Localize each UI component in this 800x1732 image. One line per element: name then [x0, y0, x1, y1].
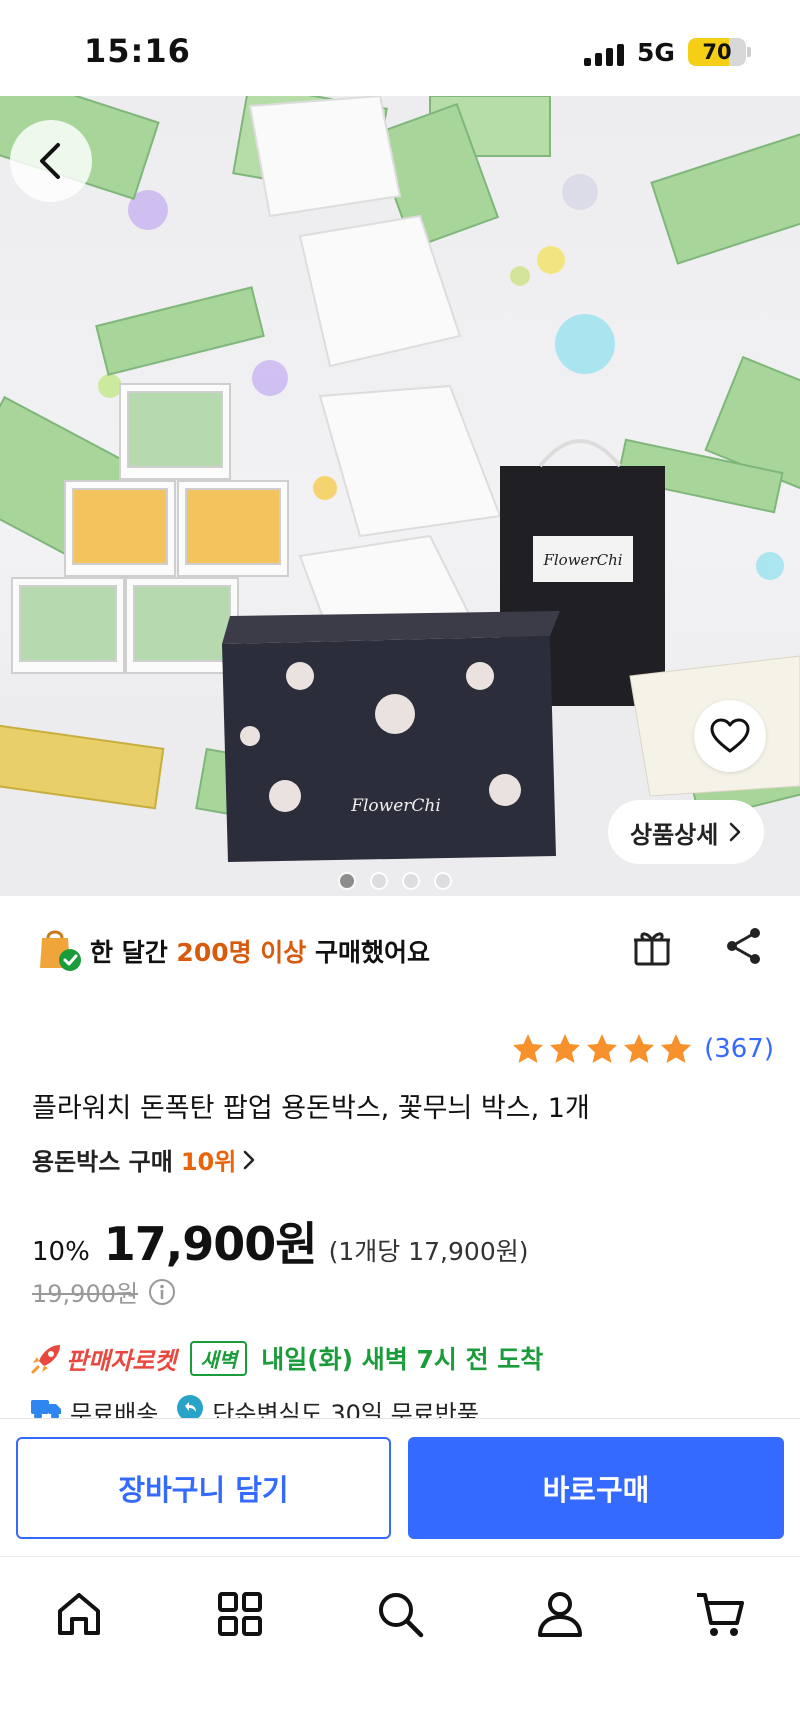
product-detail-button[interactable]: 상품상세	[608, 800, 765, 864]
product-rating[interactable]: (367)	[511, 1032, 774, 1066]
carousel-dot[interactable]	[434, 872, 452, 890]
add-to-cart-button[interactable]: 장바구니 담기	[16, 1437, 391, 1539]
product-image: FlowerChi FlowerChi	[0, 96, 800, 896]
star-icon	[624, 1034, 655, 1063]
return-icon	[177, 1395, 204, 1418]
category-rank-link[interactable]: 용돈박스 구매 10위	[32, 1142, 256, 1177]
free-return-label: 단순변심도 30일 무료반품	[212, 1400, 479, 1418]
search-icon[interactable]	[373, 1587, 427, 1641]
star-icon	[661, 1034, 692, 1063]
chevron-left-icon	[40, 143, 60, 179]
category-icon[interactable]	[213, 1587, 267, 1641]
banner-suffix: 구매했어요	[306, 938, 431, 967]
original-price-row: 19,900원	[32, 1274, 176, 1309]
purchase-count-text: 한 달간 200명 이상 구매했어요	[90, 933, 430, 969]
my-account-icon[interactable]	[533, 1587, 587, 1641]
dawn-delivery-badge: 새벽	[190, 1340, 248, 1376]
bottom-tab-bar	[0, 1556, 800, 1732]
banner-prefix: 한 달간	[90, 938, 177, 967]
arrival-date: 내일(화) 새벽 7시 전 도착	[261, 1345, 544, 1374]
rating-stars	[511, 1032, 693, 1066]
back-button[interactable]	[10, 120, 92, 202]
chevron-right-icon	[244, 1150, 255, 1169]
banner-highlight: 200명 이상	[176, 938, 307, 967]
shipping-info-row: 무료배송 단순변심도 30일 무료반품	[30, 1394, 479, 1418]
wishlist-button[interactable]	[694, 700, 766, 772]
original-price: 19,900원	[32, 1280, 139, 1308]
heart-icon	[710, 718, 750, 753]
network-type: 5G	[637, 38, 675, 67]
svg-text:FlowerChi: FlowerChi	[350, 796, 441, 816]
purchase-count-banner: 한 달간 200명 이상 구매했어요	[0, 896, 800, 1004]
rank-value: 10위	[180, 1148, 237, 1176]
product-image-carousel[interactable]: FlowerChi FlowerChi 상품상세	[0, 96, 800, 896]
share-icon[interactable]	[722, 924, 766, 968]
product-detail-label: 상품상세	[630, 820, 719, 849]
buy-now-button[interactable]: 바로구매	[408, 1437, 784, 1539]
carousel-dot[interactable]	[402, 872, 420, 890]
star-icon	[513, 1034, 544, 1063]
carousel-indicator	[338, 872, 452, 890]
carousel-dot[interactable]	[338, 872, 356, 890]
rocket-label: 판매자로켓	[66, 1346, 177, 1375]
rocket-icon	[31, 1345, 60, 1374]
battery-tip	[747, 47, 751, 57]
review-count[interactable]: (367)	[704, 1034, 774, 1064]
price-row: 10% 17,900원 (1개당 17,900원)	[32, 1208, 528, 1274]
star-icon	[587, 1034, 618, 1063]
gift-icon[interactable]	[630, 924, 674, 968]
cart-icon[interactable]	[693, 1587, 747, 1641]
svg-text:FlowerChi: FlowerChi	[542, 551, 622, 569]
battery-icon: 70	[688, 38, 746, 66]
home-icon[interactable]	[52, 1587, 106, 1641]
carousel-dot[interactable]	[370, 872, 388, 890]
status-bar: 15:16 5G 70	[0, 0, 800, 96]
shopping-bag-check-icon	[40, 930, 81, 971]
discount-rate: 10%	[32, 1237, 90, 1267]
unit-price: (1개당 17,900원)	[328, 1237, 529, 1266]
free-shipping-label: 무료배송	[70, 1400, 159, 1418]
cellular-signal-icon	[584, 44, 628, 66]
rank-label: 용돈박스 구매	[32, 1148, 173, 1176]
delivery-info: 판매자로켓 새벽 내일(화) 새벽 7시 전 도착	[30, 1340, 543, 1376]
chevron-right-icon	[730, 822, 741, 842]
status-time: 15:16	[84, 32, 191, 70]
purchase-action-bar: 장바구니 담기 바로구매	[0, 1418, 800, 1556]
product-title: 플라워치 돈폭탄 팝업 용돈박스, 꽃무늬 박스, 1개	[32, 1093, 590, 1124]
sale-price: 17,900원	[103, 1217, 318, 1271]
battery-level: 70	[702, 40, 732, 64]
info-icon[interactable]	[148, 1278, 176, 1306]
truck-icon	[31, 1400, 61, 1418]
star-icon	[550, 1034, 581, 1063]
